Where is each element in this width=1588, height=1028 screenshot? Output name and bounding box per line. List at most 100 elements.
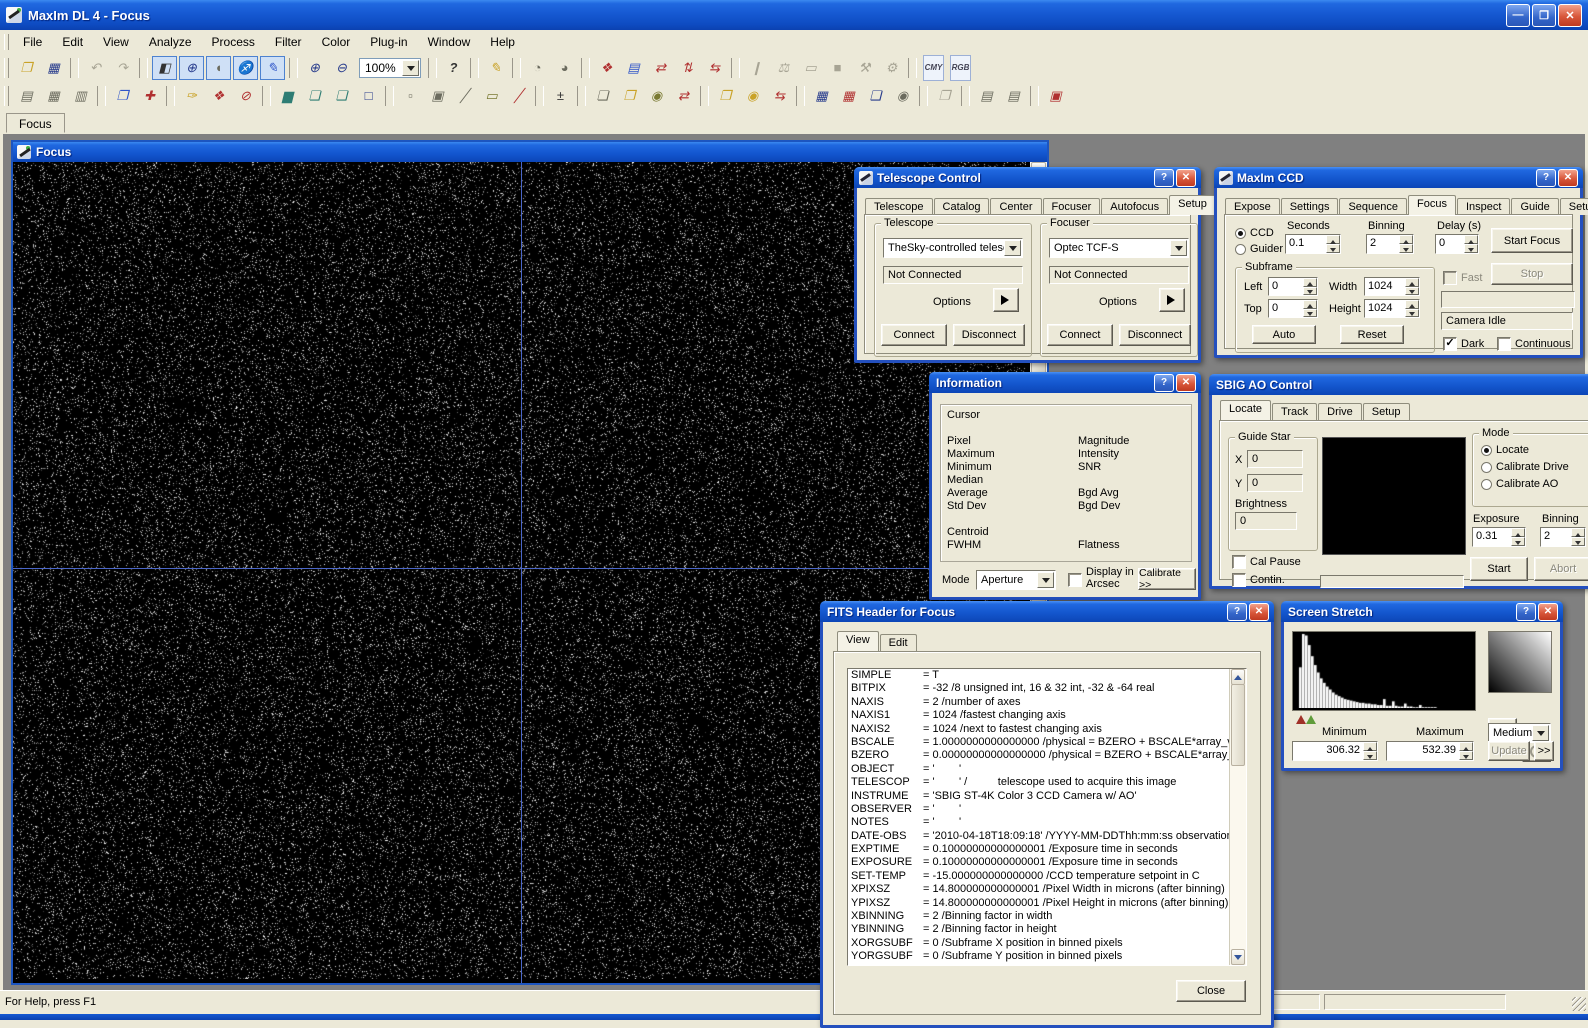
scrollbar-thumb[interactable] [1231, 684, 1245, 766]
separator[interactable] [470, 58, 479, 78]
separator[interactable] [289, 58, 298, 78]
fits-header-line[interactable]: SET-TEMP= -15.000000000000000 /CCD tempe… [848, 870, 1230, 883]
undo-icon[interactable]: ↶ [83, 56, 108, 80]
fits-header-dialog[interactable]: FITS Header for Focus ? ✕ ViewEdit SIMPL… [820, 601, 1274, 1028]
process-icon[interactable]: ⚙ [879, 56, 904, 80]
spin-up-icon[interactable] [1405, 278, 1419, 287]
remove-bloom-icon[interactable]: ⊘ [233, 84, 258, 108]
dropdown-arrow-icon[interactable] [1170, 240, 1187, 256]
scroll-down-button[interactable] [1231, 949, 1245, 965]
fits-header-line[interactable]: NAXIS1= 1024 /fastest changing axis [848, 709, 1230, 722]
dropdown-arrow-icon[interactable] [1004, 240, 1021, 256]
tab[interactable]: Settings [1281, 198, 1339, 215]
continuous-checkbox[interactable] [1497, 337, 1511, 351]
spin-down-icon[interactable] [1363, 751, 1377, 760]
help-button[interactable]: ? [1536, 169, 1556, 187]
menu-item[interactable]: Plug-in [360, 32, 417, 52]
tab[interactable]: Autofocus [1101, 198, 1168, 215]
battery-icon[interactable]: ▭ [479, 84, 504, 108]
fits-header-line[interactable]: XPIXSZ= 14.800000000000001 /Pixel Width … [848, 883, 1230, 896]
separator[interactable] [385, 86, 394, 106]
close-icon[interactable]: ✕ [1538, 603, 1558, 621]
telescope-disconnect-button[interactable]: Disconnect [953, 324, 1025, 346]
camera-icon[interactable]: ◕ [552, 56, 577, 80]
update-button[interactable]: Update [1488, 741, 1530, 761]
spin-up-icon[interactable] [1363, 742, 1377, 751]
separator[interactable] [1030, 86, 1039, 106]
fits-header-line[interactable]: BZERO= 0.00000000000000000 /physical = B… [848, 749, 1230, 762]
fits-header-line[interactable]: XORGSUBF= 0 /Subframe X position in binn… [848, 937, 1230, 950]
document-tab-focus[interactable]: Focus [6, 113, 65, 133]
main-title-bar[interactable]: MaxIm DL 4 - Focus — ❐ ✕ [0, 0, 1588, 30]
header-edit-icon[interactable]: ▥ [68, 84, 93, 108]
seconds-spinner[interactable]: 0.1 [1285, 234, 1341, 254]
tab[interactable]: Catalog [934, 198, 990, 215]
help-button[interactable]: ? [1154, 374, 1174, 392]
separator[interactable] [428, 58, 437, 78]
maximum-marker-icon[interactable] [1306, 710, 1316, 724]
guider-radio[interactable] [1235, 244, 1246, 255]
fits-header-line[interactable]: EXPTIME= 0.10000000000000001 /Exposure t… [848, 843, 1230, 856]
tab[interactable]: Track [1272, 403, 1317, 420]
dropdown-arrow-icon[interactable] [1532, 725, 1549, 741]
save-flash-icon[interactable]: ▦ [836, 84, 861, 108]
fits-header-line[interactable]: BITPIX= -32 /8 unsigned int, 16 & 32 int… [848, 682, 1230, 695]
redo-icon[interactable]: ↷ [110, 56, 135, 80]
zoom-level-combo[interactable]: 100% [359, 58, 421, 78]
separator[interactable] [512, 58, 521, 78]
tab[interactable]: Inspect [1457, 198, 1510, 215]
spin-up-icon[interactable] [1459, 742, 1473, 751]
separator[interactable] [166, 86, 175, 106]
select-box-icon[interactable]: ▫ [398, 84, 423, 108]
maximize-button[interactable]: ❐ [1532, 4, 1556, 27]
start-focus-button[interactable]: Start Focus [1491, 228, 1573, 253]
tab[interactable]: Telescope [865, 198, 933, 215]
spin-up-icon[interactable] [1464, 235, 1478, 244]
cmy-button[interactable]: CMY [921, 56, 946, 80]
diagonal-icon[interactable]: ╱ [452, 84, 477, 108]
fits-header-line[interactable]: SIMPLE= T [848, 669, 1230, 682]
separator[interactable] [908, 58, 917, 78]
stop-button[interactable]: Stop [1491, 263, 1573, 285]
telescope-device-combo[interactable]: TheSky-controlled telesc [883, 238, 1023, 258]
close-icon[interactable]: ✕ [1176, 169, 1196, 187]
spin-up-icon[interactable] [1303, 278, 1317, 287]
menu-item[interactable]: Window [418, 32, 481, 52]
focuser-device-combo[interactable]: Optec TCF-S [1049, 238, 1189, 258]
dark-checkbox[interactable]: ✓ [1443, 337, 1457, 351]
separator[interactable] [139, 58, 148, 78]
telescope-connect-button[interactable]: Connect [881, 324, 947, 346]
print-setup-icon[interactable]: ▤ [974, 84, 999, 108]
contin-checkbox[interactable] [1232, 573, 1246, 587]
subframe-reset-button[interactable]: Reset [1340, 325, 1404, 344]
fits-header-line[interactable]: INSTRUME= 'SBIG ST-4K Color 3 CCD Camera… [848, 790, 1230, 803]
fits-header-line[interactable]: NAXIS2= 1024 /next to fastest changing a… [848, 723, 1230, 736]
binning-spinner[interactable]: 2 [1366, 234, 1414, 254]
spin-up-icon[interactable] [1303, 300, 1317, 309]
pen-icon[interactable]: ✎ [483, 56, 508, 80]
zoom-out-icon[interactable]: ⊖ [329, 56, 354, 80]
tile-windows-icon[interactable]: ❏ [302, 84, 327, 108]
spin-down-icon[interactable] [1326, 244, 1340, 253]
fits-header-line[interactable]: BSCALE= 1.0000000000000000 /physical = B… [848, 736, 1230, 749]
tab[interactable]: Center [990, 198, 1041, 215]
color-stack-icon[interactable]: ❖ [594, 56, 619, 80]
close-icon[interactable]: ✕ [1558, 169, 1578, 187]
copy-icon[interactable]: ❐ [110, 84, 135, 108]
mode-radio[interactable] [1481, 462, 1492, 473]
fits-header-line[interactable]: XBINNING= 2 /Binning factor in width [848, 910, 1230, 923]
telescope-options-button[interactable] [993, 288, 1019, 312]
expand-button[interactable]: >> [1534, 741, 1554, 761]
tab[interactable]: Edit [880, 634, 917, 651]
menu-item[interactable]: Help [480, 32, 525, 52]
save-all-icon[interactable]: ▦ [809, 84, 834, 108]
spin-down-icon[interactable] [1464, 244, 1478, 253]
convert-color-2-icon[interactable]: ⇅ [675, 56, 700, 80]
focus-window-title-bar[interactable]: Focus [13, 142, 1047, 162]
image-edit-icon[interactable]: ▣ [1043, 84, 1068, 108]
menu-grip[interactable] [4, 34, 9, 51]
fits-header-line[interactable]: OBSERVER= ' ' [848, 803, 1230, 816]
telescope-control-dialog[interactable]: Telescope Control ? ✕ TelescopeCatalogCe… [854, 167, 1201, 363]
subframe-top-spinner[interactable]: 0 [1268, 299, 1318, 318]
telescope-control-title-bar[interactable]: Telescope Control ? ✕ [854, 167, 1201, 188]
